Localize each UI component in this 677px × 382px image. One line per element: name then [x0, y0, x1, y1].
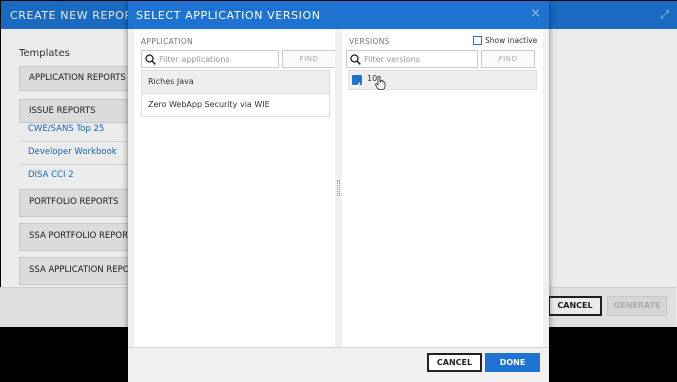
show-inactive-label: Show inactive	[485, 36, 538, 45]
panel-splitter[interactable]	[335, 30, 342, 347]
search-icon	[145, 54, 156, 65]
done-button[interactable]: DONE	[485, 353, 540, 372]
application-search-input[interactable]	[159, 52, 259, 66]
versions-panel: VERSIONS Show inactive FIND 10	[342, 30, 543, 347]
show-inactive-checkbox[interactable]	[473, 36, 482, 45]
cancel-button[interactable]: CANCEL	[427, 353, 482, 372]
search-icon	[350, 54, 361, 65]
application-search-box[interactable]	[141, 50, 279, 68]
application-list-item[interactable]: Zero WebApp Security via WIE	[141, 93, 330, 117]
application-list-item[interactable]: Riches Java	[141, 70, 330, 94]
close-icon[interactable]: ×	[530, 7, 541, 21]
hand-pointer-icon	[375, 76, 386, 90]
dialog-header: SELECT APPLICATION VERSION ×	[128, 1, 549, 29]
versions-search-box[interactable]	[346, 50, 478, 68]
application-find-button[interactable]: FIND	[282, 50, 336, 68]
application-panel: APPLICATION FIND Riches Java Zero WebApp…	[134, 30, 336, 347]
versions-search-input[interactable]	[364, 52, 464, 66]
checkbox-checked-icon[interactable]	[352, 75, 362, 89]
select-application-version-dialog: SELECT APPLICATION VERSION × APPLICATION…	[128, 1, 549, 382]
versions-find-button[interactable]: FIND	[481, 50, 535, 68]
versions-label: VERSIONS	[349, 37, 390, 46]
application-label: APPLICATION	[141, 37, 193, 46]
splitter-grip-icon	[337, 180, 340, 196]
dialog-title: SELECT APPLICATION VERSION	[136, 9, 321, 22]
